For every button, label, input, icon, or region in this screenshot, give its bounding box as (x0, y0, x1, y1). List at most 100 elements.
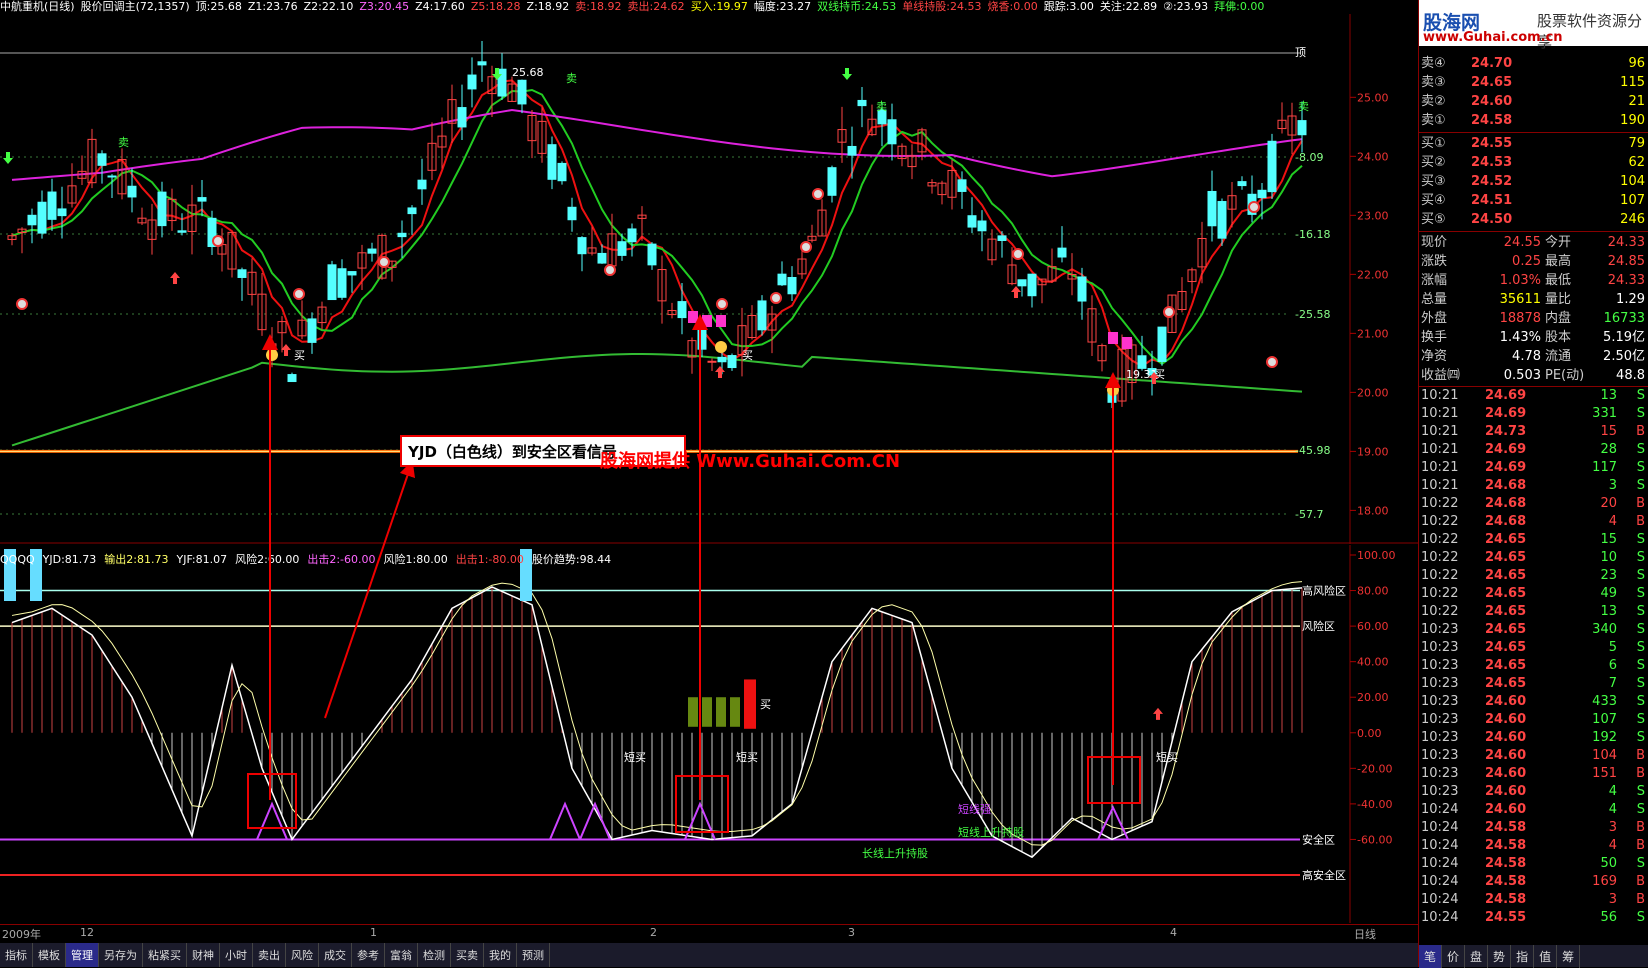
tick-row: 10:22 24.65 15 S (1419, 531, 1648, 549)
tab-管理[interactable]: 管理 (66, 943, 99, 967)
tick-row: 10:22 24.65 49 S (1419, 585, 1648, 603)
money-bag-icon (266, 349, 278, 361)
tick-volume: 4 (1608, 514, 1617, 529)
indicator-value: 烧香:0.00 (987, 0, 1038, 13)
stat-label: 净资 (1421, 349, 1448, 364)
bid-price: 24.55 (1471, 136, 1513, 151)
tick-row: 10:23 24.65 6 S (1419, 657, 1648, 675)
tick-row: 10:21 24.68 3 S (1419, 477, 1648, 495)
tick-time: 10:24 (1421, 874, 1459, 889)
indicator-value: 单线持股:24.53 (902, 0, 982, 13)
ask-volume: 190 (1620, 113, 1645, 128)
tick-side: S (1636, 694, 1645, 709)
oscillator-chart[interactable]: 买短买 短买 短买短线强短线上升持股长线上升持股 100.00 80.00 60.00 4… (0, 545, 1418, 923)
ma-long-line (11, 109, 1303, 181)
tab-另存为[interactable]: 另存为 (99, 943, 143, 967)
tick-price: 24.65 (1485, 550, 1527, 565)
tick-row: 10:24 24.58 50 S (1419, 855, 1648, 873)
indicator-tabs: 指标 模板 管理 另存为 粘紧买 财神 小时 卖出 风险 成交 参考 富翁 检测 买卖 我的 预测 (0, 943, 1418, 967)
tick-time: 10:21 (1421, 460, 1459, 475)
signal-ball-icon (16, 298, 28, 310)
ask-row: 卖③ 24.65 115 (1419, 73, 1648, 92)
stat-value: 24.55 (1503, 235, 1541, 250)
ask-price: 24.65 (1471, 75, 1513, 90)
tick-side: S (1636, 586, 1645, 601)
tick-side: S (1636, 604, 1645, 619)
tick-row: 10:24 24.60 4 S (1419, 801, 1648, 819)
indicator-value: 双线持币:24.53 (817, 0, 897, 13)
divider (1419, 132, 1648, 133)
tab-小时[interactable]: 小时 (220, 943, 253, 967)
osc-label: 80.00 (1357, 585, 1389, 598)
stat-label: 内盘 (1545, 311, 1572, 326)
ma-mid-line (11, 88, 1303, 366)
indicator-info-bar: 中航重机(日线) 股价回调主(72,1357) 顶:25.68 Z1:23.76 Z2:… (0, 0, 1400, 14)
candle-body (417, 179, 427, 190)
bid-price: 24.50 (1471, 212, 1513, 227)
candle-body (107, 175, 117, 178)
candle-body (697, 329, 707, 350)
candle-body (407, 207, 417, 215)
tick-side: S (1636, 784, 1645, 799)
tick-side: S (1636, 478, 1645, 493)
tab-成交[interactable]: 成交 (319, 943, 352, 967)
tick-time: 10:23 (1421, 622, 1459, 637)
tab-富翁[interactable]: 富翁 (385, 943, 418, 967)
side-tab-筹[interactable]: 筹 (1557, 945, 1581, 968)
stat-value: 0.503 (1503, 368, 1541, 383)
tab-模板[interactable]: 模板 (33, 943, 66, 967)
indicator-value: 跟踪:3.00 (1043, 0, 1094, 13)
period-label[interactable]: 日线 (1354, 926, 1376, 942)
tab-粘紧买[interactable]: 粘紧买 (143, 943, 187, 967)
candle-body (1267, 140, 1277, 193)
indicator-value: Z3:20.45 (359, 0, 410, 13)
signal-ball-icon (604, 264, 616, 276)
ask-row: 卖② 24.60 21 (1419, 92, 1648, 111)
tab-买卖[interactable]: 买卖 (451, 943, 484, 967)
stat-value: 1.29 (1616, 292, 1645, 307)
bid-label: 买③ (1421, 174, 1446, 189)
side-tab-势[interactable]: 势 (1488, 945, 1512, 968)
tab-风险[interactable]: 风险 (286, 943, 319, 967)
tick-side: S (1636, 550, 1645, 565)
stat-label: PE(动) (1545, 368, 1585, 383)
tab-指标[interactable]: 指标 (0, 943, 33, 967)
tick-side: S (1636, 460, 1645, 475)
signal-ball-icon (378, 256, 390, 268)
candle-body (397, 232, 407, 238)
tab-卖出[interactable]: 卖出 (253, 943, 286, 967)
date-label: 1 (370, 926, 377, 939)
up-arrow-icon (1153, 707, 1163, 720)
tick-time: 10:21 (1421, 442, 1459, 457)
price-chart[interactable]: 买买买19.3125.68卖卖卖卖 25.0024.0023.0022.0021… (0, 14, 1418, 544)
bid-volume: 107 (1620, 193, 1645, 208)
tick-side: B (1636, 874, 1645, 889)
tick-price: 24.60 (1485, 784, 1527, 799)
tick-side: B (1636, 838, 1645, 853)
bid-volume: 246 (1620, 212, 1645, 227)
zone-label: 高风险区 (1302, 584, 1346, 598)
guide-label: -57.7 (1295, 508, 1323, 521)
price-label: 19.00 (1357, 445, 1389, 458)
tab-检测[interactable]: 检测 (418, 943, 451, 967)
tick-time: 10:21 (1421, 478, 1459, 493)
side-tab-盘[interactable]: 盘 (1465, 945, 1489, 968)
side-tab-笔[interactable]: 笔 (1419, 945, 1443, 968)
candle-body (1057, 247, 1067, 258)
tick-time: 10:21 (1421, 406, 1459, 421)
tab-财神[interactable]: 财神 (187, 943, 220, 967)
tab-预测[interactable]: 预测 (517, 943, 550, 967)
tick-row: 10:24 24.55 56 S (1419, 909, 1648, 927)
tab-我的[interactable]: 我的 (484, 943, 517, 967)
tick-volume: 104 (1592, 748, 1617, 763)
stat-value: 24.33 (1607, 235, 1645, 250)
stat-row: 涨幅 1.03% 最低 24.33 (1419, 271, 1648, 290)
side-tab-价[interactable]: 价 (1442, 945, 1466, 968)
side-tab-值[interactable]: 值 (1534, 945, 1558, 968)
side-tab-指[interactable]: 指 (1511, 945, 1535, 968)
tab-参考[interactable]: 参考 (352, 943, 385, 967)
tick-price: 24.65 (1485, 658, 1527, 673)
candle-body (707, 360, 717, 363)
osc-value: YJF:81.07 (176, 553, 228, 566)
tick-side: B (1636, 514, 1645, 529)
